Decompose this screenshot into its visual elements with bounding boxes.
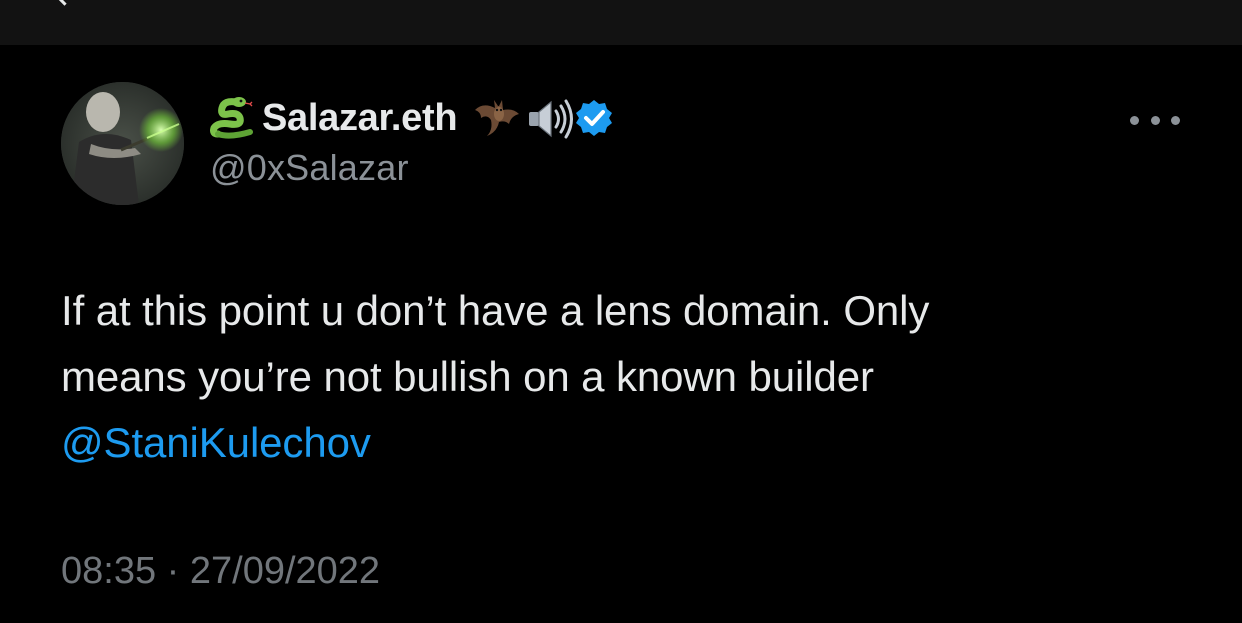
more-dot-icon xyxy=(1171,115,1180,125)
avatar[interactable] xyxy=(61,82,184,205)
tweet-text: If at this point u don’t have a lens dom… xyxy=(61,278,1191,476)
back-arrow-icon[interactable] xyxy=(55,0,74,6)
bat-emoji-icon xyxy=(473,96,523,140)
author-name-row[interactable]: Salazar.eth xyxy=(210,97,615,139)
more-dot-icon xyxy=(1130,115,1139,125)
display-name: Salazar.eth xyxy=(262,96,458,139)
tweet-detail: Salazar.eth @0xSalazar If at this point … xyxy=(0,45,1242,623)
more-dot-icon xyxy=(1150,115,1160,125)
author-handle[interactable]: @0xSalazar xyxy=(210,147,409,189)
mention-link[interactable]: @StaniKulechov xyxy=(61,410,1191,476)
verified-badge-icon xyxy=(573,96,615,140)
top-bar xyxy=(0,0,1242,45)
snake-emoji-icon xyxy=(210,96,260,140)
tweet-text-line: means you’re not bullish on a known buil… xyxy=(61,353,874,400)
more-options-button[interactable] xyxy=(1130,105,1180,135)
tweet-text-line: If at this point u don’t have a lens dom… xyxy=(61,287,930,334)
speaker-emoji-icon xyxy=(525,96,575,140)
tweet-timestamp[interactable]: 08:35 · 27/09/2022 xyxy=(61,550,380,593)
